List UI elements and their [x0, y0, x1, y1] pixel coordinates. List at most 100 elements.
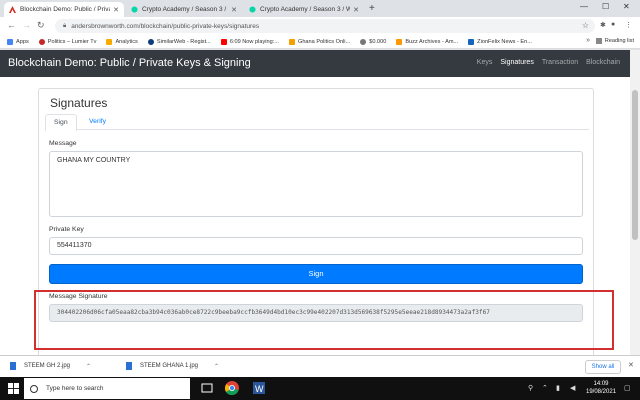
bookmark-label: 6:09 Now playing:... — [229, 38, 279, 45]
nav-link-signatures[interactable]: Signatures — [500, 59, 533, 66]
zionfelix-icon — [468, 38, 475, 45]
minimize-icon[interactable]: — — [580, 2, 588, 11]
bookmark-similarweb[interactable]: SimilarWeb - Regist... — [147, 38, 211, 45]
scrollbar-thumb[interactable] — [632, 90, 638, 240]
show-all-button[interactable]: Show all — [585, 360, 621, 374]
download-item-1[interactable]: STEEM GH 2.jpg ⌃ — [10, 362, 91, 370]
coin-icon — [360, 38, 367, 45]
close-tab-icon[interactable]: ✕ — [353, 6, 359, 14]
site-favicon-icon — [9, 6, 16, 13]
tab-verify[interactable]: Verify — [81, 114, 114, 130]
close-tab-icon[interactable]: ✕ — [113, 6, 119, 14]
bookmark-now-playing[interactable]: 6:09 Now playing:... — [220, 38, 279, 45]
reading-list[interactable]: Reading list — [595, 38, 634, 44]
bookmark-zionfelix[interactable]: ZionFelix News - En... — [468, 38, 532, 45]
profile-avatar-icon[interactable]: ● — [611, 21, 615, 28]
bookmark-buzz[interactable]: Buzz Archives - Am... — [396, 38, 459, 45]
buzz-icon — [396, 38, 403, 45]
notifications-icon[interactable]: ▢ — [624, 384, 631, 392]
tab-sign[interactable]: Sign — [45, 114, 77, 131]
card-title: Signatures — [50, 96, 108, 110]
search-icon — [30, 384, 38, 393]
close-tab-icon[interactable]: ✕ — [231, 6, 237, 14]
download-filename: STEEM GHANA 1.jpg — [140, 363, 199, 369]
lock-icon: 🔒︎ — [63, 22, 67, 29]
word-icon[interactable]: W — [252, 381, 266, 395]
page-scrollbar[interactable] — [630, 50, 640, 355]
bookmarks-bar: Apps Politics – Lumier Tv Analytics Simi… — [0, 35, 640, 49]
url-text: andersbrownworth.com/blockchain/public-p… — [71, 22, 260, 30]
people-icon[interactable]: ⚲ — [528, 384, 533, 392]
clock-time: 14:09 — [593, 381, 609, 387]
bookmark-politics[interactable]: Politics – Lumier Tv — [38, 38, 96, 45]
address-bar[interactable]: 🔒︎ andersbrownworth.com/blockchain/publi… — [55, 19, 595, 33]
show-hidden-icons-icon[interactable]: ⌃ — [542, 384, 548, 392]
bookmark-price[interactable]: $0.000 — [360, 38, 387, 45]
bookmark-apps[interactable]: Apps — [7, 38, 29, 45]
web-page: Blockchain Demo: Public / Private Keys &… — [0, 50, 630, 355]
site-brand[interactable]: Blockchain Demo: Public / Private Keys &… — [8, 57, 251, 69]
steemit-favicon-icon — [249, 6, 256, 13]
youtube-icon — [220, 38, 227, 45]
red-highlight-box — [34, 290, 614, 350]
private-key-input[interactable]: 554411370 — [49, 237, 583, 255]
bookmark-label: Buzz Archives - Am... — [405, 38, 459, 45]
card-tabs: Sign Verify — [45, 114, 589, 131]
task-view-icon[interactable] — [200, 381, 214, 395]
new-tab-icon[interactable]: + — [369, 3, 375, 14]
bookmark-label: $0.000 — [369, 38, 387, 45]
site-navbar: Blockchain Demo: Public / Private Keys &… — [0, 50, 630, 77]
analytics-icon — [106, 38, 113, 45]
chevron-up-icon[interactable]: ⌃ — [214, 363, 219, 370]
chrome-icon[interactable] — [224, 380, 240, 396]
browser-tab-crypto-academy-2[interactable]: Crypto Academy / Season 3 / W ✕ — [244, 2, 364, 17]
sign-button[interactable]: Sign — [49, 264, 583, 284]
message-textarea[interactable]: GHANA MY COUNTRY — [49, 151, 583, 217]
forward-icon[interactable]: → — [22, 20, 31, 30]
download-item-2[interactable]: STEEM GHANA 1.jpg ⌃ — [126, 362, 219, 370]
windows-start-icon[interactable] — [8, 383, 19, 394]
download-filename: STEEM GH 2.jpg — [24, 363, 71, 369]
bookmark-analytics[interactable]: Analytics — [106, 38, 138, 45]
maximize-icon[interactable]: ☐ — [602, 2, 609, 11]
clock-date: 19/08/2021 — [586, 389, 617, 395]
search-placeholder: Type here to search — [46, 385, 104, 392]
bookmark-label: Analytics — [115, 38, 138, 45]
volume-icon[interactable]: ◀ — [570, 384, 575, 392]
browser-tab-label: Crypto Academy / Season 3 / W — [142, 6, 229, 13]
reading-list-icon — [595, 38, 602, 44]
nav-link-transaction[interactable]: Transaction — [542, 59, 578, 66]
bookmark-label: SimilarWeb - Regist... — [156, 38, 211, 45]
bookmark-ghana-politics[interactable]: Ghana Politics Onli... — [288, 38, 350, 45]
reading-list-label: Reading list — [604, 38, 634, 44]
more-bookmarks-icon[interactable]: » — [586, 37, 590, 44]
chevron-up-icon[interactable]: ⌃ — [86, 363, 91, 370]
close-downloads-icon[interactable]: ✕ — [628, 361, 634, 369]
svg-text:W: W — [255, 384, 264, 394]
extensions-icon[interactable]: ✱ — [600, 21, 606, 29]
image-file-icon — [10, 362, 16, 370]
browser-tab-label: Crypto Academy / Season 3 / W — [260, 6, 351, 13]
site-nav-links: Keys Signatures Transaction Blockchain — [469, 59, 620, 66]
message-label: Message — [49, 140, 77, 147]
browser-menu-icon[interactable]: ⋮ — [625, 21, 632, 29]
reload-icon[interactable]: ↻ — [37, 20, 45, 31]
browser-toolbar: ← → ↻ 🔒︎ andersbrownworth.com/blockchain… — [0, 17, 640, 35]
bookmark-label: ZionFelix News - En... — [477, 38, 532, 45]
network-icon[interactable]: ▮ — [556, 384, 560, 392]
steemit-favicon-icon — [131, 6, 138, 13]
apps-grid-icon — [7, 38, 13, 45]
bookmark-star-icon[interactable]: ☆ — [582, 21, 589, 30]
globe-icon — [38, 38, 45, 45]
downloads-bar: STEEM GH 2.jpg ⌃ STEEM GHANA 1.jpg ⌃ Sho… — [0, 355, 640, 377]
image-file-icon — [126, 362, 132, 370]
window-close-icon[interactable]: ✕ — [623, 2, 630, 11]
taskbar-search-box[interactable]: Type here to search — [24, 378, 190, 399]
bookmark-label: Apps — [16, 38, 29, 45]
nav-link-keys[interactable]: Keys — [477, 59, 493, 66]
browser-tab-crypto-academy-1[interactable]: Crypto Academy / Season 3 / W ✕ — [126, 2, 242, 17]
back-icon[interactable]: ← — [7, 20, 16, 30]
browser-tab-blockchain-demo[interactable]: Blockchain Demo: Public / Privat ✕ — [4, 2, 124, 17]
nav-link-blockchain[interactable]: Blockchain — [586, 59, 620, 66]
taskbar-clock[interactable]: 14:09 19/08/2021 — [586, 380, 616, 396]
